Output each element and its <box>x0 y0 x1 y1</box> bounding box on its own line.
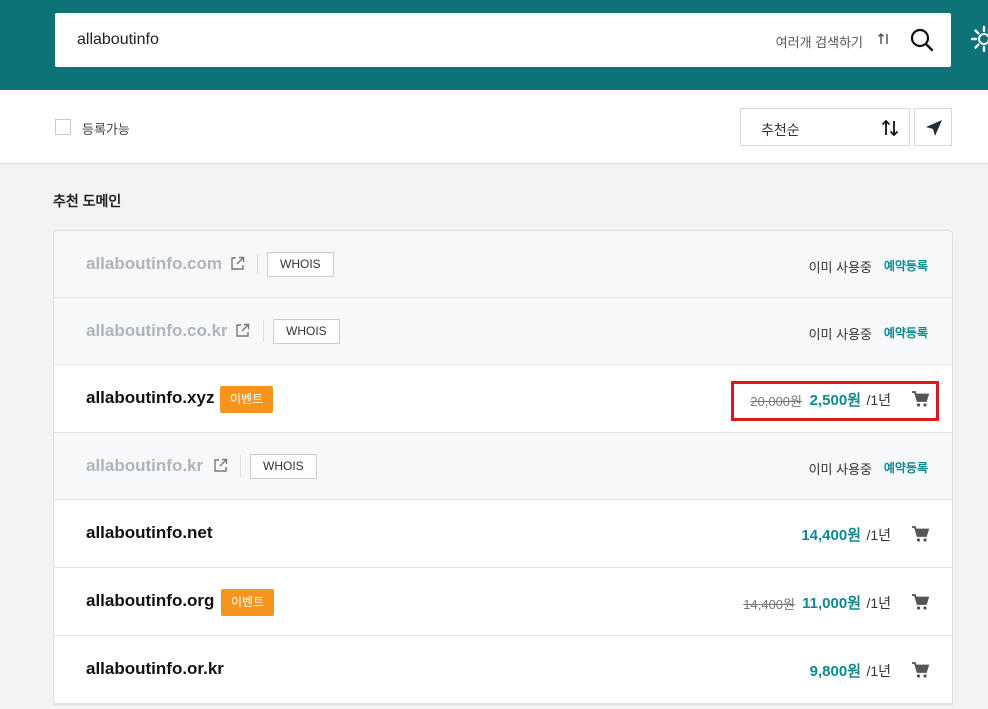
external-link-icon[interactable] <box>230 256 245 271</box>
cart-icon[interactable] <box>911 593 929 611</box>
whois-button[interactable]: WHOIS <box>250 454 317 479</box>
sort-arrows-icon <box>881 119 899 137</box>
section-title: 추천 도메인 <box>53 193 122 209</box>
domain-row: allaboutinfo.org 이벤트 14,400원 11,000원 /1년 <box>54 568 952 636</box>
domain-name: allaboutinfo.com <box>86 254 222 273</box>
filter-bar: 등록가능 추천순 <box>0 90 988 164</box>
status-text: 이미 사용중 <box>808 462 872 477</box>
domain-row: allaboutinfo.kr WHOIS 이미 사용중 예약등록 <box>54 433 952 500</box>
period-text: /1년 <box>866 527 891 543</box>
search-input[interactable] <box>77 13 637 67</box>
available-only-checkbox[interactable] <box>55 119 71 135</box>
period-text: /1년 <box>866 392 891 408</box>
divider <box>240 455 241 477</box>
gear-icon[interactable] <box>969 24 988 54</box>
price: 9,800원 <box>809 663 861 680</box>
whois-button[interactable]: WHOIS <box>273 319 340 344</box>
domain-name: allaboutinfo.net <box>86 523 213 542</box>
domain-name: allaboutinfo.or.kr <box>86 659 224 678</box>
reserve-link[interactable]: 예약등록 <box>884 257 928 274</box>
period-text: /1년 <box>866 595 891 611</box>
cart-icon[interactable] <box>911 661 929 679</box>
share-button[interactable] <box>914 108 952 146</box>
price: 14,400원 <box>801 527 861 544</box>
domain-row: allaboutinfo.xyz 이벤트 20,000원 2,500원 /1년 <box>54 365 952 433</box>
domain-name: allaboutinfo.co.kr <box>86 321 228 340</box>
domain-row: allaboutinfo.net 14,400원 /1년 <box>54 500 952 568</box>
status-text: 이미 사용중 <box>808 327 872 342</box>
reserve-link[interactable]: 예약등록 <box>884 324 928 341</box>
period-text: /1년 <box>866 663 891 679</box>
paper-plane-icon <box>926 120 942 136</box>
status-text: 이미 사용중 <box>808 260 872 275</box>
external-link-icon[interactable] <box>213 458 228 473</box>
divider <box>263 320 264 342</box>
original-price: 14,400원 <box>743 597 795 612</box>
original-price: 20,000원 <box>750 394 802 409</box>
domain-row: allaboutinfo.or.kr 9,800원 /1년 <box>54 636 952 704</box>
event-badge: 이벤트 <box>220 386 274 413</box>
domain-list: allaboutinfo.com WHOIS 이미 사용중 예약등록 allab… <box>53 230 953 705</box>
search-box: 여러개 검색하기 <box>55 13 951 67</box>
external-link-icon[interactable] <box>235 323 250 338</box>
domain-name: allaboutinfo.xyz <box>86 388 215 407</box>
cart-icon[interactable] <box>911 525 929 543</box>
cart-icon[interactable] <box>911 390 929 408</box>
domain-name: allaboutinfo.kr <box>86 456 204 475</box>
search-icon[interactable] <box>909 27 935 53</box>
price: 2,500원 <box>809 392 861 409</box>
toggle-arrows-icon[interactable] <box>877 31 891 47</box>
multi-search-link[interactable]: 여러개 검색하기 <box>776 32 863 51</box>
sort-label: 추천순 <box>761 122 800 138</box>
divider <box>257 253 258 275</box>
available-only-label: 등록가능 <box>82 122 130 137</box>
domain-name: allaboutinfo.org <box>86 591 215 610</box>
whois-button[interactable]: WHOIS <box>267 252 334 277</box>
domain-row: allaboutinfo.co.kr WHOIS 이미 사용중 예약등록 <box>54 298 952 365</box>
sort-select[interactable]: 추천순 <box>740 108 910 146</box>
domain-row: allaboutinfo.com WHOIS 이미 사용중 예약등록 <box>54 231 952 298</box>
price: 11,000원 <box>802 595 861 612</box>
top-search-bar: 여러개 검색하기 <box>0 0 988 90</box>
reserve-link[interactable]: 예약등록 <box>884 459 928 476</box>
event-badge: 이벤트 <box>221 589 275 616</box>
